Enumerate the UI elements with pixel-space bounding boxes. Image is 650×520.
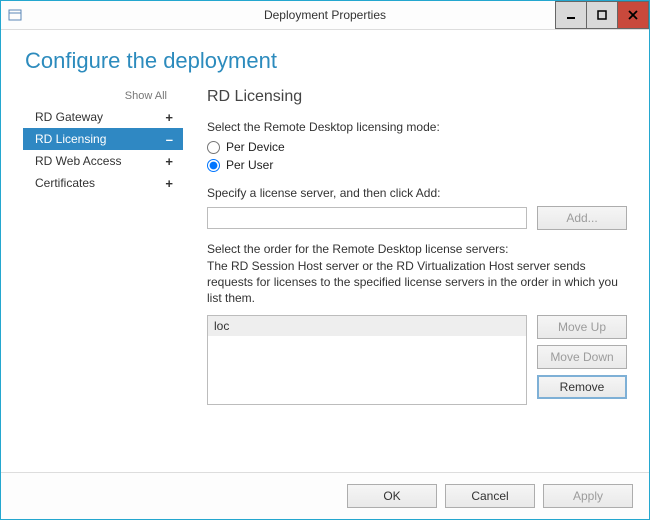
move-up-button[interactable]: Move Up: [537, 315, 627, 339]
ok-button[interactable]: OK: [347, 484, 437, 508]
list-item[interactable]: loc: [208, 316, 526, 336]
radio-per-user[interactable]: Per User: [207, 158, 627, 172]
expand-icon: +: [165, 176, 173, 191]
titlebar: Deployment Properties: [1, 1, 649, 30]
order-buttons: Move Up Move Down Remove: [537, 315, 627, 405]
sidebar-item-label: RD Web Access: [35, 154, 121, 168]
server-window-icon: [7, 7, 23, 23]
radio-per-device[interactable]: Per Device: [207, 140, 627, 154]
radio-per-device-input[interactable]: [207, 141, 220, 154]
sidebar-item-rd-web-access[interactable]: RD Web Access +: [23, 150, 183, 172]
license-server-input[interactable]: [207, 207, 527, 229]
deployment-properties-window: Deployment Properties Configure the depl…: [0, 0, 650, 520]
sidebar-item-label: Certificates: [35, 176, 95, 190]
main-pane: RD Licensing Select the Remote Desktop l…: [183, 88, 637, 472]
server-order-row: loc Move Up Move Down Remove: [207, 315, 627, 405]
expand-icon: +: [165, 154, 173, 169]
license-server-listbox[interactable]: loc: [207, 315, 527, 405]
page-title: Configure the deployment: [1, 30, 649, 88]
sidebar: Show All RD Gateway + RD Licensing – RD …: [23, 88, 183, 472]
remove-button[interactable]: Remove: [537, 375, 627, 399]
minimize-button[interactable]: [555, 1, 587, 29]
dialog-footer: OK Cancel Apply: [1, 472, 649, 519]
maximize-button[interactable]: [586, 1, 618, 29]
expand-icon: +: [165, 110, 173, 125]
radio-per-user-input[interactable]: [207, 159, 220, 172]
server-order-label: Select the order for the Remote Desktop …: [207, 242, 627, 256]
section-heading: RD Licensing: [207, 88, 627, 106]
sidebar-item-rd-licensing[interactable]: RD Licensing –: [23, 128, 183, 150]
sidebar-item-rd-gateway[interactable]: RD Gateway +: [23, 106, 183, 128]
window-title: Deployment Properties: [1, 8, 649, 22]
add-server-row: Add...: [207, 206, 627, 230]
sidebar-item-label: RD Gateway: [35, 110, 103, 124]
licensing-mode-label: Select the Remote Desktop licensing mode…: [207, 120, 627, 134]
cancel-button[interactable]: Cancel: [445, 484, 535, 508]
content-row: Show All RD Gateway + RD Licensing – RD …: [1, 88, 649, 472]
apply-button[interactable]: Apply: [543, 484, 633, 508]
close-button[interactable]: [617, 1, 649, 29]
sidebar-item-certificates[interactable]: Certificates +: [23, 172, 183, 194]
radio-label: Per Device: [226, 140, 285, 154]
radio-label: Per User: [226, 158, 273, 172]
specify-server-label: Specify a license server, and then click…: [207, 186, 627, 200]
window-controls: [556, 1, 649, 29]
collapse-icon: –: [166, 132, 173, 147]
show-all-link[interactable]: Show All: [23, 90, 183, 106]
sidebar-item-label: RD Licensing: [35, 132, 106, 146]
move-down-button[interactable]: Move Down: [537, 345, 627, 369]
add-button[interactable]: Add...: [537, 206, 627, 230]
server-order-description: The RD Session Host server or the RD Vir…: [207, 258, 627, 307]
